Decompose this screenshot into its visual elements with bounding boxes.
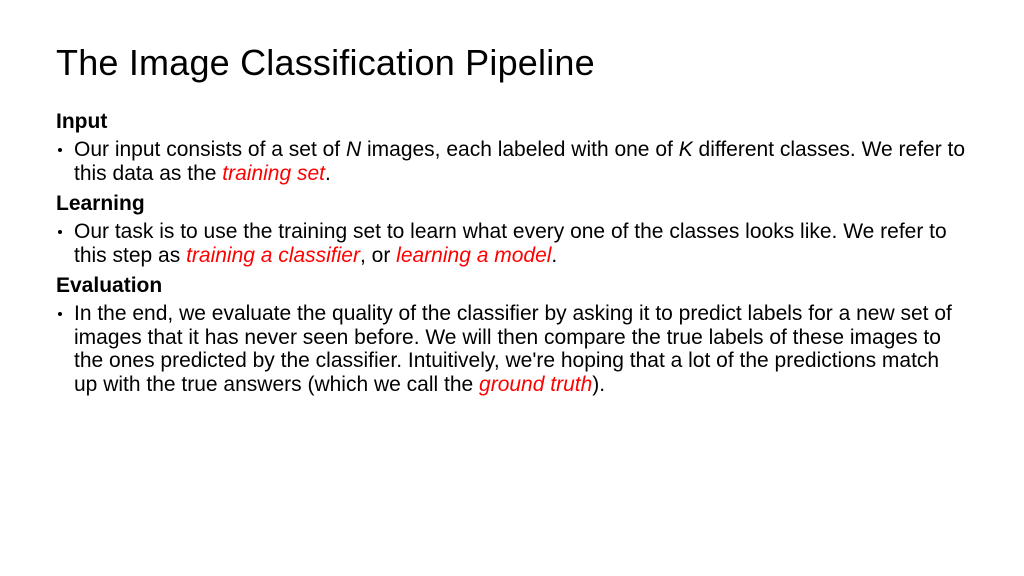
term-learning-model: learning a model [396, 244, 551, 267]
section-header-input: Input [56, 110, 968, 134]
term-training-classifier: training a classifier [186, 244, 360, 267]
text-fragment: . [551, 244, 557, 267]
bullet-row-input: Our input consists of a set of N images,… [56, 138, 968, 186]
bullet-text-evaluation: In the end, we evaluate the quality of t… [74, 302, 968, 398]
text-fragment: , or [360, 244, 396, 267]
bullet-icon [58, 148, 62, 152]
bullet-icon [58, 312, 62, 316]
section-header-learning: Learning [56, 192, 968, 216]
text-fragment: images, each labeled with one of [361, 138, 679, 161]
bullet-row-learning: Our task is to use the training set to l… [56, 220, 968, 268]
text-fragment: Our input consists of a set of [74, 138, 346, 161]
bullet-text-input: Our input consists of a set of N images,… [74, 138, 968, 186]
text-fragment: . [325, 162, 331, 185]
text-fragment: ). [592, 373, 605, 396]
slide-title: The Image Classification Pipeline [56, 42, 968, 84]
variable-n: N [346, 138, 361, 161]
term-ground-truth: ground truth [479, 373, 592, 396]
term-training-set: training set [222, 162, 325, 185]
bullet-icon [58, 230, 62, 234]
slide-content: Input Our input consists of a set of N i… [56, 110, 968, 397]
bullet-row-evaluation: In the end, we evaluate the quality of t… [56, 302, 968, 398]
bullet-text-learning: Our task is to use the training set to l… [74, 220, 968, 268]
variable-k: K [679, 138, 693, 161]
section-header-evaluation: Evaluation [56, 274, 968, 298]
